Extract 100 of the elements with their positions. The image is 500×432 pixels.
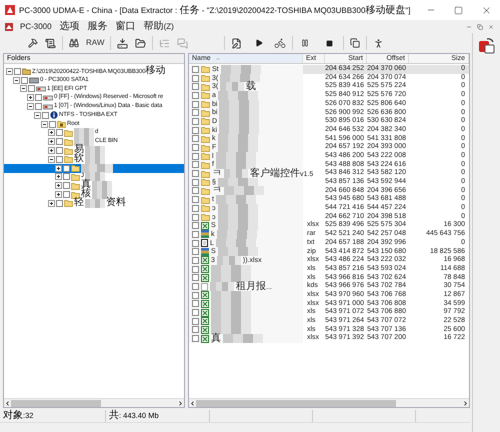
checkbox[interactable] xyxy=(192,214,199,221)
checkbox[interactable] xyxy=(192,152,199,160)
file-name: 真 xyxy=(211,334,221,344)
restore-icon[interactable] xyxy=(477,24,483,30)
close-icon[interactable] xyxy=(481,4,492,16)
tree-item-label: 核 xyxy=(81,188,91,200)
checkbox[interactable] xyxy=(192,187,199,194)
checkbox[interactable] xyxy=(63,182,70,190)
checkbox[interactable] xyxy=(192,256,199,264)
checkbox[interactable] xyxy=(42,112,49,119)
checkbox[interactable] xyxy=(192,109,199,116)
checkbox[interactable] xyxy=(192,196,199,204)
checkbox[interactable] xyxy=(192,66,199,73)
menu-item[interactable]: 帮助(Z) xyxy=(140,19,178,34)
checkbox[interactable] xyxy=(192,283,199,290)
menu-item[interactable]: PC-3000 xyxy=(16,20,56,32)
tree-item[interactable]: 软 xyxy=(4,154,184,164)
scroll-left-icon[interactable] xyxy=(4,400,11,406)
checkbox[interactable] xyxy=(192,222,199,230)
collapse-toggle-icon[interactable] xyxy=(6,68,13,75)
menu-item[interactable]: 服务 xyxy=(84,19,112,34)
checkbox[interactable] xyxy=(192,204,199,212)
checkbox[interactable] xyxy=(63,191,70,198)
checkbox[interactable] xyxy=(192,118,199,125)
checkbox[interactable] xyxy=(192,74,199,82)
info-icon xyxy=(50,111,58,120)
expand-toggle-icon[interactable] xyxy=(55,182,62,190)
checkbox[interactable] xyxy=(63,173,70,180)
raw-button[interactable]: RAW xyxy=(83,34,108,52)
checkbox[interactable] xyxy=(192,161,199,168)
checkbox[interactable] xyxy=(192,230,199,238)
checkbox[interactable] xyxy=(192,300,199,308)
scroll-left-icon[interactable] xyxy=(189,400,196,406)
checkbox[interactable] xyxy=(14,68,21,75)
checkbox[interactable] xyxy=(49,120,56,128)
checkbox[interactable] xyxy=(63,164,70,172)
checkbox[interactable] xyxy=(192,135,199,142)
checkbox[interactable] xyxy=(192,318,199,325)
scroll-right-icon[interactable] xyxy=(177,400,184,406)
checkbox[interactable] xyxy=(56,138,63,146)
expand-toggle-icon[interactable] xyxy=(27,94,34,102)
person-icon xyxy=(373,38,384,48)
checkbox[interactable] xyxy=(192,126,199,134)
tree-item[interactable] xyxy=(4,164,184,173)
scroll-icon xyxy=(45,38,56,48)
tree-item-label: 资料 xyxy=(106,196,126,210)
collapse-toggle-icon[interactable] xyxy=(20,85,27,92)
menu-item[interactable]: 选项 xyxy=(56,19,84,34)
checkbox[interactable] xyxy=(192,170,199,178)
checkbox[interactable] xyxy=(56,156,63,163)
checkbox[interactable] xyxy=(192,309,199,316)
scrollbar-thumb[interactable] xyxy=(196,400,396,406)
checkbox[interactable] xyxy=(56,200,63,207)
maximize-icon[interactable] xyxy=(454,6,463,14)
tree-item[interactable]: 易 xyxy=(4,146,184,155)
checkbox[interactable] xyxy=(192,266,199,273)
checkbox[interactable] xyxy=(192,144,199,152)
checkbox[interactable] xyxy=(192,83,199,90)
collapse-toggle-icon[interactable] xyxy=(27,103,34,110)
play-icon xyxy=(255,39,264,47)
checkbox[interactable] xyxy=(192,326,199,334)
checkbox[interactable] xyxy=(56,129,63,136)
collapse-toggle-icon[interactable] xyxy=(34,112,41,119)
horizontal-scrollbar[interactable] xyxy=(4,398,184,407)
checkbox[interactable] xyxy=(35,103,42,110)
checkbox[interactable] xyxy=(28,85,35,92)
collapse-toggle-icon[interactable] xyxy=(48,156,55,163)
expand-toggle-icon[interactable] xyxy=(55,173,62,180)
checkbox[interactable] xyxy=(35,94,42,102)
expand-toggle-icon[interactable] xyxy=(48,147,55,154)
horizontal-scrollbar[interactable] xyxy=(189,398,469,407)
collapse-toggle-icon[interactable] xyxy=(13,76,20,84)
checkbox[interactable] xyxy=(192,178,199,186)
checkbox[interactable] xyxy=(56,147,63,154)
checkbox[interactable] xyxy=(192,248,199,256)
scroll-right-icon[interactable] xyxy=(462,400,469,406)
file-name: 载 xyxy=(246,82,256,92)
partition-icon xyxy=(36,86,46,92)
tree-item[interactable]: 轻 资料 xyxy=(4,198,184,208)
pause-icon xyxy=(301,39,310,47)
folder-icon xyxy=(135,38,146,48)
checkbox[interactable] xyxy=(192,240,199,247)
checkbox[interactable] xyxy=(192,274,199,282)
expand-toggle-icon[interactable] xyxy=(48,129,55,136)
checkbox[interactable] xyxy=(21,76,28,84)
checkbox[interactable] xyxy=(192,292,199,299)
hard-drive-icon xyxy=(29,76,39,84)
checkbox[interactable] xyxy=(192,92,199,99)
expand-toggle-icon[interactable] xyxy=(48,200,55,207)
expand-toggle-icon[interactable] xyxy=(48,138,55,146)
checkbox[interactable] xyxy=(192,100,199,108)
scrollbar-thumb[interactable] xyxy=(11,400,101,406)
menu-item[interactable]: 窗口 xyxy=(112,19,140,34)
close-icon[interactable] xyxy=(488,24,494,30)
minimize-icon[interactable] xyxy=(466,24,472,30)
collapse-toggle-icon[interactable] xyxy=(41,120,48,128)
file-icon xyxy=(201,282,208,291)
expand-toggle-icon[interactable] xyxy=(55,164,62,172)
checkbox[interactable] xyxy=(192,335,199,342)
expand-toggle-icon[interactable] xyxy=(55,191,62,198)
